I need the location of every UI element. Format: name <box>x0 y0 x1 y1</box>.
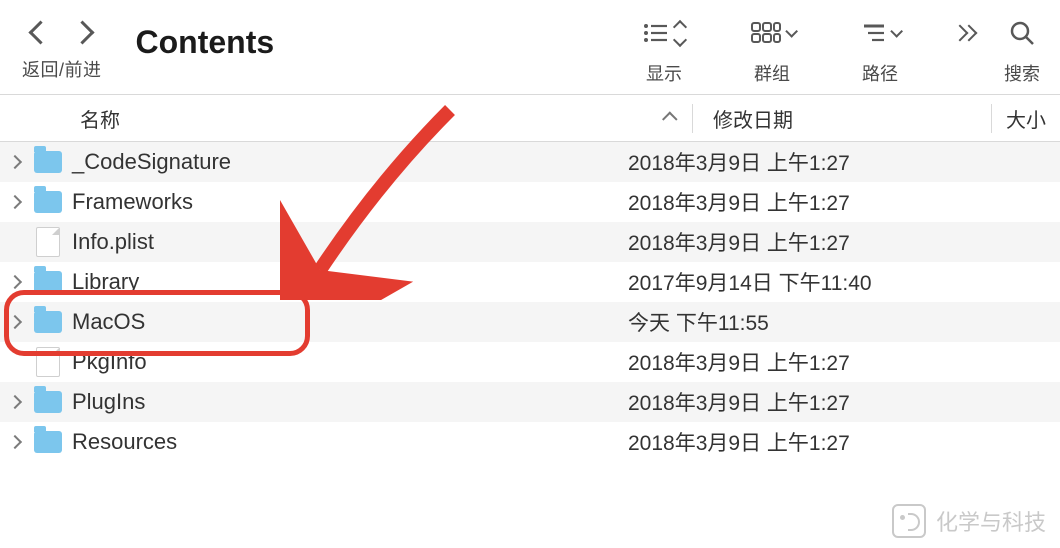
disclosure-triangle[interactable] <box>0 157 30 167</box>
file-modified: 今天 下午11:55 <box>608 307 1060 337</box>
chevron-down-icon <box>785 25 798 38</box>
file-name: Info.plist <box>66 229 608 255</box>
folder-icon <box>30 391 66 413</box>
folder-icon <box>30 311 66 333</box>
wechat-icon <box>892 504 926 538</box>
forward-button[interactable] <box>69 18 97 46</box>
chevron-right-icon <box>8 275 22 289</box>
path-button[interactable]: 路径 <box>826 18 934 86</box>
chevron-down-icon <box>890 25 903 38</box>
folder-icon <box>30 191 66 213</box>
view-mode-button[interactable]: 显示 <box>610 18 718 86</box>
nav-group: 返回/前进 <box>22 18 102 82</box>
column-name-label: 名称 <box>80 104 120 133</box>
chevron-right-icon <box>8 195 22 209</box>
group-icon <box>751 22 781 44</box>
file-name: MacOS <box>66 309 608 335</box>
chevron-right-icon <box>8 315 22 329</box>
group-label: 群组 <box>754 60 790 86</box>
file-icon <box>30 347 66 377</box>
chevron-up-icon <box>662 111 678 127</box>
folder-icon <box>30 431 66 453</box>
more-button[interactable] <box>934 18 994 81</box>
file-name: _CodeSignature <box>66 149 608 175</box>
table-row[interactable]: Library2017年9月14日 下午11:40 <box>0 262 1060 302</box>
watermark: 化学与科技 <box>892 504 1046 538</box>
file-modified: 2017年9月14日 下午11:40 <box>608 267 1060 297</box>
file-modified: 2018年3月9日 上午1:27 <box>608 387 1060 417</box>
file-name: Resources <box>66 429 608 455</box>
back-button[interactable] <box>27 18 55 46</box>
table-row[interactable]: _CodeSignature2018年3月9日 上午1:27 <box>0 142 1060 182</box>
folder-icon <box>30 151 66 173</box>
column-header-modified[interactable]: 修改日期 <box>693 104 992 133</box>
chevron-right-icon <box>8 435 22 449</box>
group-button[interactable]: 群组 <box>718 18 826 86</box>
file-name: PlugIns <box>66 389 608 415</box>
updown-icon <box>675 22 685 45</box>
disclosure-triangle[interactable] <box>0 277 30 287</box>
path-icon <box>862 22 886 44</box>
watermark-text: 化学与科技 <box>936 505 1046 537</box>
file-modified: 2018年3月9日 上午1:27 <box>608 227 1060 257</box>
sort-indicator <box>665 107 676 130</box>
column-header-row: 名称 修改日期 大小 <box>0 94 1060 142</box>
search-icon <box>1009 20 1035 46</box>
search-button[interactable]: 搜索 <box>994 18 1050 86</box>
file-icon <box>30 227 66 257</box>
column-header-size[interactable]: 大小 <box>992 104 1060 133</box>
chevron-right-icon <box>8 155 22 169</box>
table-row[interactable]: Resources2018年3月9日 上午1:27 <box>0 422 1060 462</box>
file-modified: 2018年3月9日 上午1:27 <box>608 347 1060 377</box>
toolbar: 返回/前进 Contents 显示 群组 <box>0 0 1060 94</box>
chevron-right-icon <box>71 20 95 44</box>
list-view-icon <box>643 22 669 44</box>
column-header-name[interactable]: 名称 <box>0 104 693 133</box>
disclosure-triangle[interactable] <box>0 397 30 407</box>
chevron-left-icon <box>29 20 53 44</box>
table-row[interactable]: PkgInfo2018年3月9日 上午1:27 <box>0 342 1060 382</box>
chevron-right-icon <box>8 395 22 409</box>
file-modified: 2018年3月9日 上午1:27 <box>608 147 1060 177</box>
disclosure-triangle[interactable] <box>0 317 30 327</box>
file-list: _CodeSignature2018年3月9日 上午1:27Frameworks… <box>0 142 1060 462</box>
table-row[interactable]: Frameworks2018年3月9日 上午1:27 <box>0 182 1060 222</box>
search-label: 搜索 <box>1004 60 1040 86</box>
file-name: PkgInfo <box>66 349 608 375</box>
disclosure-triangle[interactable] <box>0 437 30 447</box>
nav-label: 返回/前进 <box>22 56 102 82</box>
file-modified: 2018年3月9日 上午1:27 <box>608 187 1060 217</box>
table-row[interactable]: MacOS今天 下午11:55 <box>0 302 1060 342</box>
file-name: Frameworks <box>66 189 608 215</box>
view-label: 显示 <box>646 60 682 86</box>
window-title: Contents <box>136 24 275 61</box>
file-modified: 2018年3月9日 上午1:27 <box>608 427 1060 457</box>
path-label: 路径 <box>862 60 898 86</box>
disclosure-triangle[interactable] <box>0 197 30 207</box>
table-row[interactable]: Info.plist2018年3月9日 上午1:27 <box>0 222 1060 262</box>
file-name: Library <box>66 269 608 295</box>
folder-icon <box>30 271 66 293</box>
table-row[interactable]: PlugIns2018年3月9日 上午1:27 <box>0 382 1060 422</box>
more-label <box>961 60 966 81</box>
